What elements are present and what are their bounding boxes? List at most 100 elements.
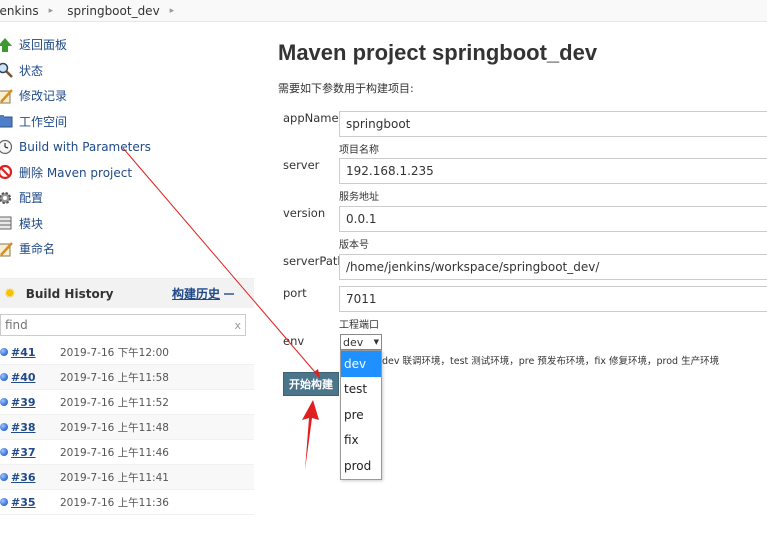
param-label: version: [283, 206, 326, 220]
task-label: 删除 Maven project: [19, 165, 133, 180]
breadcrumb-job[interactable]: springboot_dev: [67, 4, 165, 18]
sun-icon: ✹: [4, 285, 16, 302]
build-row: #40 2019-7-16 上午11:58: [0, 365, 254, 390]
build-time: 2019-7-16 上午11:52: [60, 396, 169, 409]
blue-ball-icon: [0, 448, 8, 456]
build-number-link[interactable]: #39: [11, 396, 60, 409]
build-time: 2019-7-16 上午11:46: [60, 446, 169, 459]
task-delete-project[interactable]: 删除 Maven project: [0, 160, 250, 186]
param-version-input[interactable]: 0.0.1: [339, 206, 767, 232]
param-label: server: [283, 158, 320, 172]
task-label: 修改记录: [19, 89, 68, 104]
param-help: 服务地址: [339, 192, 379, 203]
no-entry-icon: [0, 164, 13, 180]
parameters-description: 需要如下参数用于构建项目:: [278, 82, 414, 95]
build-time: 2019-7-16 上午11:58: [60, 371, 169, 384]
build-time: 2019-7-16 上午11:41: [60, 471, 169, 484]
blue-ball-icon: [0, 398, 8, 406]
breadcrumb: Jenkins ▸ springboot_dev ▸: [0, 0, 767, 22]
rename-icon: [0, 241, 13, 257]
build-row: #37 2019-7-16 上午11:46: [0, 440, 254, 465]
blue-ball-icon: [0, 373, 8, 381]
task-label: 返回面板: [19, 38, 68, 53]
build-filter-box: x: [0, 314, 246, 336]
build-history-title: Build History: [25, 286, 114, 301]
build-row: #38 2019-7-16 上午11:48: [0, 415, 254, 440]
build-row: #41 2019-7-16 下午12:00: [0, 340, 254, 365]
build-filter-input[interactable]: [5, 318, 235, 332]
gear-icon: [0, 190, 13, 206]
param-port-input[interactable]: 7011: [339, 286, 767, 312]
build-time: 2019-7-16 上午11:36: [60, 496, 169, 509]
build-row: #35 2019-7-16 上午11:36: [0, 490, 254, 515]
task-back-to-dashboard[interactable]: 返回面板: [0, 32, 250, 58]
env-selected-value: dev: [343, 335, 364, 349]
task-changes[interactable]: 修改记录: [0, 83, 250, 109]
build-history-header: ✹ Build History 构建历史: [0, 278, 254, 308]
param-serverpath-input[interactable]: /home/jenkins/workspace/springboot_dev/: [339, 254, 767, 280]
task-label: 模块: [19, 216, 44, 231]
task-rename[interactable]: 重命名: [0, 236, 250, 262]
task-configure[interactable]: 配置: [0, 185, 250, 211]
module-icon: [0, 215, 13, 231]
task-status[interactable]: 状态: [0, 58, 250, 84]
blue-ball-icon: [0, 348, 8, 356]
env-option[interactable]: test: [341, 377, 381, 403]
up-arrow-icon: [0, 37, 13, 53]
blue-ball-icon: [0, 498, 8, 506]
trend-icon[interactable]: [224, 292, 234, 295]
breadcrumb-jenkins[interactable]: Jenkins: [0, 4, 45, 18]
param-appname-input[interactable]: springboot: [339, 111, 767, 137]
param-help: 版本号: [339, 240, 369, 251]
task-label: 工作空间: [19, 114, 68, 129]
build-history-trend-link[interactable]: 构建历史: [172, 285, 220, 302]
task-label: 状态: [19, 63, 44, 78]
build-row: #39 2019-7-16 上午11:52: [0, 390, 254, 415]
param-label: serverPath: [283, 254, 345, 268]
search-icon: [0, 62, 13, 79]
param-help: 项目名称: [339, 145, 379, 156]
clear-icon[interactable]: x: [234, 319, 241, 332]
build-history-panel: ✹ Build History 构建历史 x #412019-7-16 下午12…: [0, 278, 254, 515]
env-option[interactable]: dev: [341, 351, 381, 377]
main-content: Maven project springboot_dev 需要如下参数用于构建项…: [278, 40, 767, 96]
page-title: Maven project springboot_dev: [278, 40, 598, 65]
notepad-icon: [0, 88, 13, 104]
env-dropdown-list: dev test pre fix prod: [340, 350, 382, 480]
build-list: #41 2019-7-16 下午12:00 #40 2019-7-16 上午11:5…: [0, 340, 254, 515]
param-server-input[interactable]: 192.168.1.235: [339, 158, 767, 184]
env-option[interactable]: fix: [341, 428, 381, 454]
task-workspace[interactable]: 工作空间: [0, 109, 250, 135]
env-option[interactable]: pre: [341, 402, 381, 428]
param-label: port: [283, 286, 307, 300]
task-label: 配置: [19, 191, 44, 206]
build-number-link[interactable]: #40: [11, 371, 60, 384]
task-label: Build with Parameters: [19, 139, 151, 154]
build-time: 2019-7-16 下午12:00: [60, 346, 169, 359]
blue-ball-icon: [0, 473, 8, 481]
param-label: env: [283, 334, 305, 348]
blue-ball-icon: [0, 423, 8, 431]
env-select[interactable]: dev ▼: [340, 334, 382, 350]
build-number-link[interactable]: #41: [11, 346, 60, 359]
build-number-link[interactable]: #37: [11, 446, 60, 459]
task-label: 重命名: [19, 242, 56, 257]
folder-icon: [0, 113, 13, 129]
clock-icon: [0, 139, 13, 155]
red-arrow-icon: [302, 400, 319, 470]
param-help: 工程端口: [339, 320, 379, 331]
env-option[interactable]: prod: [341, 453, 381, 479]
build-number-link[interactable]: #35: [11, 496, 60, 509]
param-label: appName: [283, 111, 339, 125]
build-time: 2019-7-16 上午11:48: [60, 421, 169, 434]
chevron-right-icon: ▸: [169, 5, 175, 16]
start-build-button[interactable]: 开始构建: [283, 372, 339, 396]
side-task-list: 返回面板 状态 修改记录 工作空间 Build with Parameters …: [0, 32, 250, 262]
task-build-with-parameters[interactable]: Build with Parameters: [0, 134, 250, 160]
build-number-link[interactable]: #38: [11, 421, 60, 434]
env-help: dev 联调环境，test 测试环境，pre 预发布环境，fix 修复环境，pr…: [382, 356, 720, 367]
caret-down-icon: ▼: [373, 338, 379, 346]
build-number-link[interactable]: #36: [11, 471, 60, 484]
chevron-right-icon: ▸: [48, 5, 54, 16]
task-modules[interactable]: 模块: [0, 211, 250, 237]
